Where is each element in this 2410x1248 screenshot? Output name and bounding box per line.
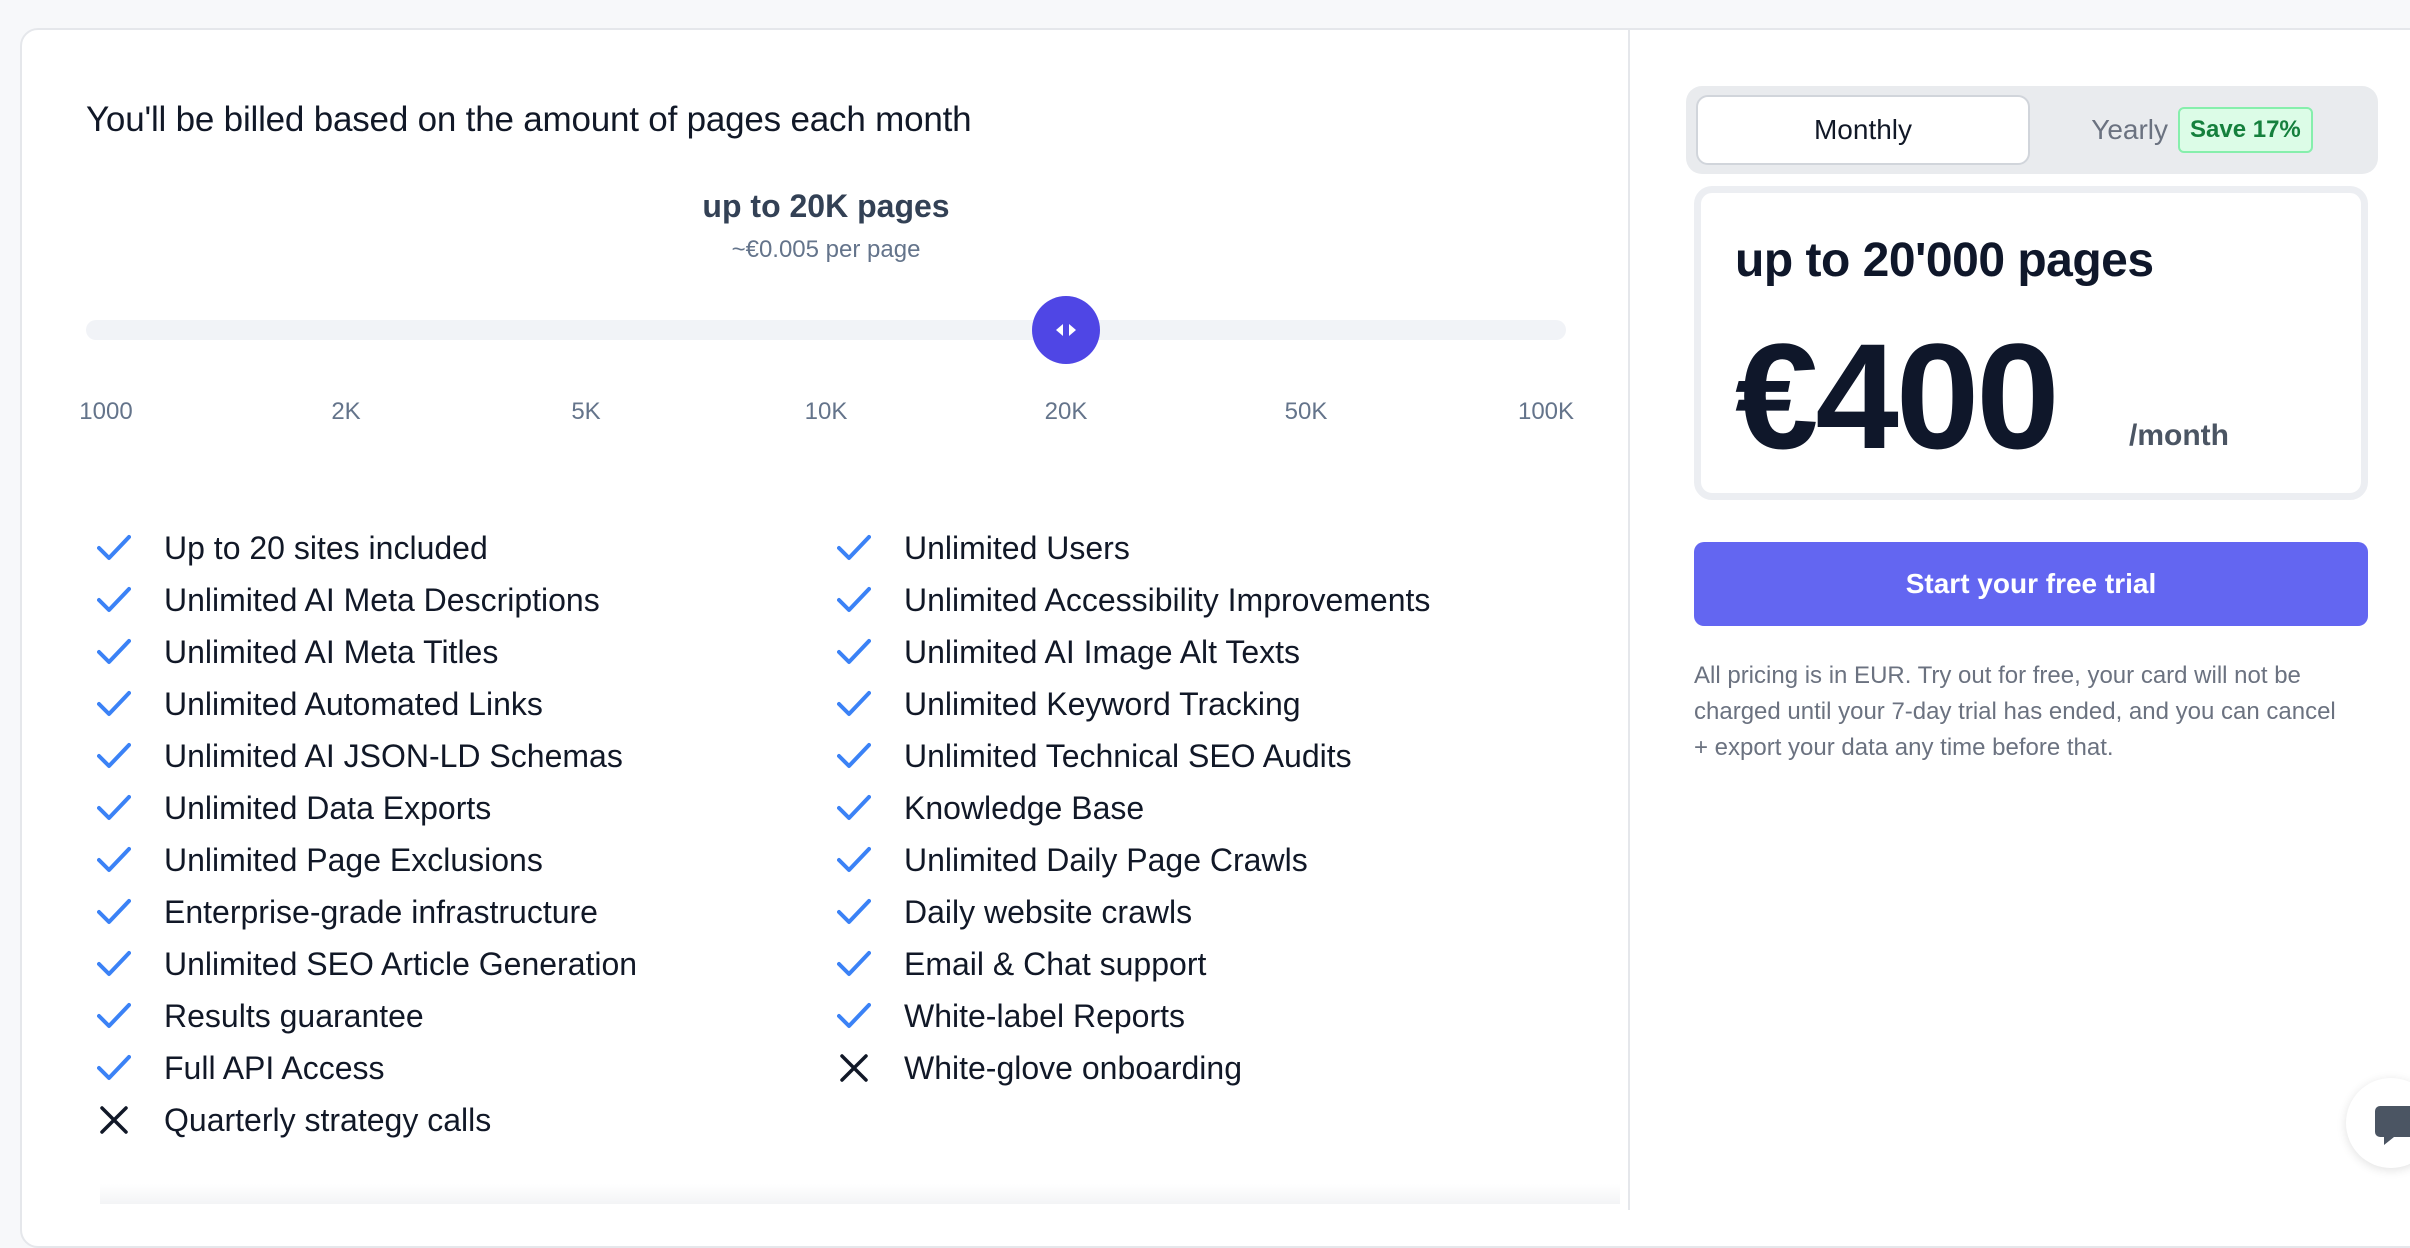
price-summary-box: up to 20'000 pages €400 /month [1694, 186, 2368, 500]
save-badge: Save 17% [2178, 107, 2313, 153]
feature-item: Unlimited Technical SEO Audits [830, 730, 1430, 782]
check-icon [834, 944, 874, 984]
feature-item: Knowledge Base [830, 782, 1430, 834]
yearly-option[interactable]: Yearly Save 17% [2036, 95, 2368, 165]
check-icon [94, 788, 134, 828]
feature-item: Email & Chat support [830, 938, 1430, 990]
price-period: /month [2129, 419, 2229, 452]
feature-label: Unlimited Automated Links [164, 685, 543, 722]
feature-label: Enterprise-grade infrastructure [164, 893, 598, 930]
monthly-label: Monthly [1813, 114, 1913, 145]
check-icon [94, 840, 134, 880]
feature-label: Unlimited AI Meta Titles [164, 633, 499, 670]
feature-label: Up to 20 sites included [164, 529, 488, 566]
feature-label: Unlimited Technical SEO Audits [904, 737, 1352, 774]
feature-label: Email & Chat support [904, 945, 1207, 982]
feature-label: Unlimited Users [904, 529, 1130, 566]
tier-price-per-page: ~€0.005 per page [731, 236, 921, 263]
feature-item: Up to 20 sites included [90, 522, 637, 574]
slider-tick-label[interactable]: 20K [1006, 398, 1126, 426]
feature-item: White-label Reports [830, 990, 1430, 1042]
pages-slider-thumb[interactable] [1032, 296, 1100, 364]
billing-headline: You'll be billed based on the amount of … [86, 100, 972, 139]
feature-item: Unlimited Page Exclusions [90, 834, 637, 886]
check-icon [94, 996, 134, 1036]
slider-tick-label[interactable]: 1000 [46, 398, 166, 426]
check-icon [94, 632, 134, 672]
price-amount: €400 [1735, 312, 2060, 480]
feature-item: Unlimited Accessibility Improvements [830, 574, 1430, 626]
check-icon [834, 840, 874, 880]
feature-label: Unlimited AI Meta Descriptions [164, 581, 600, 618]
tier-title: up to 20K pages [702, 188, 950, 224]
pricing-fine-print: All pricing is in EUR. Try out for free,… [1694, 662, 2336, 761]
feature-item: Unlimited Automated Links [90, 678, 637, 730]
check-icon [834, 528, 874, 568]
bottom-fade [100, 1184, 1620, 1204]
feature-label: Unlimited Page Exclusions [164, 841, 543, 878]
check-icon [834, 892, 874, 932]
slider-tick-label[interactable]: 2K [286, 398, 406, 426]
feature-label: Quarterly strategy calls [164, 1101, 492, 1138]
feature-label: White-glove onboarding [904, 1049, 1242, 1086]
panel-divider [1628, 30, 1630, 1210]
feature-label: Unlimited SEO Article Generation [164, 945, 638, 982]
slider-tick-label[interactable]: 5K [526, 398, 646, 426]
feature-list-left: Up to 20 sites included Unlimited AI Meta… [90, 522, 637, 1146]
slider-tick-label[interactable]: 100K [1486, 398, 1606, 426]
check-icon [834, 684, 874, 724]
feature-item: White-glove onboarding [830, 1042, 1430, 1094]
feature-item: Unlimited AI Meta Titles [90, 626, 637, 678]
check-icon [94, 892, 134, 932]
check-icon [834, 736, 874, 776]
feature-item: Unlimited Users [830, 522, 1430, 574]
feature-item: Unlimited Keyword Tracking [830, 678, 1430, 730]
check-icon [94, 1048, 134, 1088]
pages-slider-track[interactable] [86, 320, 1566, 340]
feature-label: White-label Reports [904, 997, 1185, 1034]
feature-label: Unlimited AI JSON-LD Schemas [164, 737, 623, 774]
feature-label: Unlimited Daily Page Crawls [904, 841, 1308, 878]
check-icon [834, 996, 874, 1036]
feature-list-right: Unlimited Users Unlimited Accessibility I… [830, 522, 1430, 1094]
monthly-option[interactable]: Monthly [1696, 95, 2030, 165]
feature-item: Unlimited AI JSON-LD Schemas [90, 730, 637, 782]
check-icon [834, 580, 874, 620]
check-icon [94, 944, 134, 984]
feature-item: Unlimited AI Meta Descriptions [90, 574, 637, 626]
start-free-trial-button[interactable]: Start your free trial [1694, 542, 2368, 626]
feature-label: Knowledge Base [904, 789, 1145, 826]
feature-label: Unlimited AI Image Alt Texts [904, 633, 1301, 670]
feature-item: Unlimited Data Exports [90, 782, 637, 834]
check-icon [834, 632, 874, 672]
feature-item: Quarterly strategy calls [90, 1094, 637, 1146]
feature-label: Daily website crawls [904, 893, 1193, 930]
chat-bubble-icon [2375, 1106, 2410, 1145]
feature-item: Unlimited AI Image Alt Texts [830, 626, 1430, 678]
x-icon [94, 1100, 134, 1140]
yearly-label: Yearly [2091, 114, 2169, 145]
feature-item: Daily website crawls [830, 886, 1430, 938]
billing-period-toggle: Monthly Yearly Save 17% [1686, 86, 2378, 174]
feature-item: Enterprise-grade infrastructure [90, 886, 637, 938]
slider-tick-label[interactable]: 50K [1246, 398, 1366, 426]
slider-tick-label[interactable]: 10K [766, 398, 886, 426]
feature-item: Unlimited Daily Page Crawls [830, 834, 1430, 886]
feature-label: Full API Access [164, 1049, 385, 1086]
arrows-horizontal-icon [1056, 324, 1076, 336]
feature-item: Full API Access [90, 1042, 637, 1094]
feature-item: Results guarantee [90, 990, 637, 1042]
check-icon [94, 528, 134, 568]
feature-label: Results guarantee [164, 997, 424, 1034]
check-icon [94, 580, 134, 620]
feature-label: Unlimited Accessibility Improvements [904, 581, 1431, 618]
price-pages: up to 20'000 pages [1735, 234, 2154, 287]
feature-label: Unlimited Keyword Tracking [904, 685, 1301, 722]
check-icon [94, 684, 134, 724]
check-icon [834, 788, 874, 828]
check-icon [94, 736, 134, 776]
x-icon [834, 1048, 874, 1088]
feature-label: Unlimited Data Exports [164, 789, 492, 826]
feature-item: Unlimited SEO Article Generation [90, 938, 637, 990]
